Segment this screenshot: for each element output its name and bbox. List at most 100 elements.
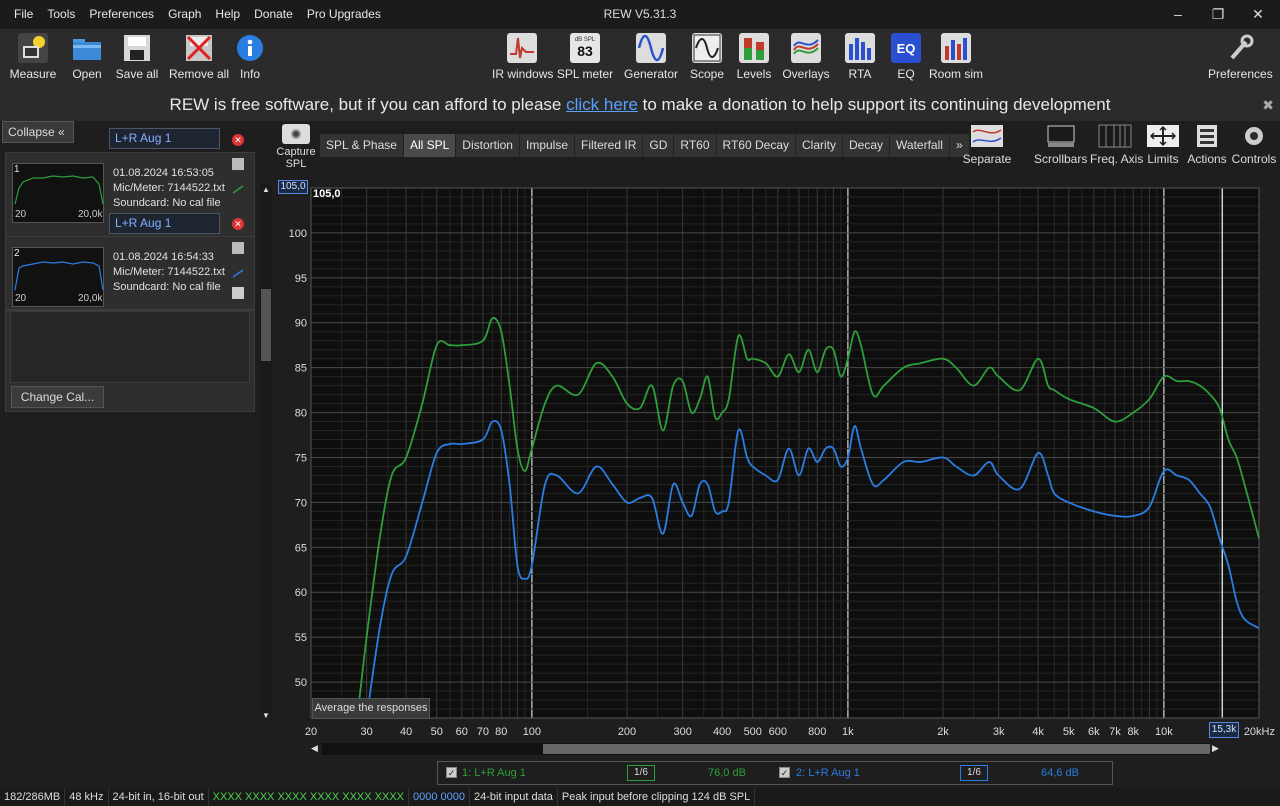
legend-smoothing-1[interactable]: 1/6 (627, 765, 655, 781)
menu-file[interactable]: File (0, 0, 40, 29)
spl-graph[interactable]: 105,0 100 95 90 85 80 75 70 65 60 55 50 20 30 40 50 60 70… (276, 180, 1280, 760)
measurement-name-input-1[interactable]: L+R Aug 1 (109, 128, 220, 149)
scrollbars-button[interactable]: Scrollbars (1034, 124, 1087, 166)
actions-button[interactable]: Actions (1186, 124, 1228, 166)
levels-button[interactable]: Levels (734, 33, 774, 81)
scrollbar-thumb[interactable] (261, 289, 271, 361)
generator-button[interactable]: Generator (622, 33, 680, 81)
preferences-button[interactable]: Preferences (1208, 33, 1273, 81)
menu-graph[interactable]: Graph (161, 0, 208, 29)
donate-link[interactable]: click here (566, 95, 638, 114)
close-icon[interactable]: ✕ (1238, 0, 1278, 29)
donation-banner: REW is free software, but if you can aff… (0, 89, 1280, 121)
notes-icon[interactable] (232, 287, 244, 299)
save-all-icon (122, 33, 152, 63)
freq-axis-button[interactable]: Freq. Axis (1090, 124, 1143, 166)
tab-impulse[interactable]: Impulse (519, 134, 576, 157)
legend-value-2: 64,6 dB (1041, 767, 1079, 779)
limits-button[interactable]: Limits (1145, 124, 1181, 166)
ir-windows-icon (507, 33, 537, 63)
tab-gd[interactable]: GD (643, 134, 675, 157)
tab-filtered-ir[interactable]: Filtered IR (575, 134, 644, 157)
tab-rt60-decay[interactable]: RT60 Decay (716, 134, 796, 157)
separate-button[interactable]: Separate (962, 124, 1012, 166)
measure-button[interactable]: Measure (9, 33, 57, 81)
menu-preferences[interactable]: Preferences (82, 0, 161, 29)
delete-measurement-icon[interactable]: ✕ (232, 218, 244, 230)
scroll-up-icon[interactable]: ▲ (262, 185, 270, 194)
scroll-down-icon[interactable]: ▼ (262, 711, 270, 720)
measurement-date: 01.08.2024 16:53:05 (113, 167, 214, 179)
status-sample-rate: 48 kHz (65, 788, 109, 806)
actions-icon (1190, 124, 1224, 148)
change-cal-button[interactable]: Change Cal... (11, 386, 104, 408)
tab-waterfall[interactable]: Waterfall (890, 134, 950, 157)
measurement-date: 01.08.2024 16:54:33 (113, 251, 214, 263)
spl-meter-icon: dB SPL 83 (570, 33, 600, 63)
tab-clarity[interactable]: Clarity (796, 134, 844, 157)
legend-label-2: 2: L+R Aug 1 (796, 767, 860, 779)
maximize-icon[interactable]: ❐ (1198, 0, 1238, 29)
tab-decay[interactable]: Decay (843, 134, 891, 157)
overlays-button[interactable]: Overlays (782, 33, 830, 81)
status-bit-depth: 24-bit in, 16-bit out (109, 788, 209, 806)
tab-distortion[interactable]: Distortion (456, 134, 520, 157)
controls-button[interactable]: Controls (1231, 124, 1277, 166)
x-tick-label: 50 (431, 726, 443, 738)
banner-close-icon[interactable]: ✖ (1262, 89, 1274, 121)
x-tick-label: 5k (1063, 726, 1075, 738)
measurement-list-scrollbar[interactable] (260, 183, 272, 713)
edit-icon[interactable] (232, 158, 244, 170)
x-tick-label: 1k (842, 726, 854, 738)
scroll-left-icon[interactable]: ◀ (311, 743, 318, 754)
scope-button[interactable]: Scope (688, 33, 726, 81)
collapse-button[interactable]: Collapse « (2, 121, 74, 143)
legend-checkbox-1[interactable]: ✓ (446, 767, 457, 778)
gear-icon (1237, 124, 1271, 148)
spl-meter-button[interactable]: dB SPL 83 SPL meter (556, 33, 614, 81)
eq-button[interactable]: EQ EQ (888, 33, 924, 81)
remove-all-button[interactable]: Remove all (168, 33, 230, 81)
y-tick-label: 90 (295, 318, 307, 330)
y-tick-label: 95 (295, 273, 307, 285)
y-axis-top-input[interactable]: 105,0 (278, 180, 308, 194)
horizontal-scrollbar-thumb[interactable] (543, 744, 1210, 754)
menu-tools[interactable]: Tools (40, 0, 82, 29)
y-tick-label: 85 (295, 363, 307, 375)
legend-checkbox-2[interactable]: ✓ (779, 767, 790, 778)
tab-rt60[interactable]: RT60 (674, 134, 717, 157)
save-all-button[interactable]: Save all (114, 33, 160, 81)
open-button[interactable]: Open (68, 33, 106, 81)
line-style-icon[interactable] (232, 181, 244, 194)
capture-button[interactable]: Capture SPL (276, 124, 316, 170)
measurement-item-2[interactable]: 2 20 20,0k 01.08.2024 16:54:33 Mic/Meter… (5, 236, 255, 310)
rta-button[interactable]: RTA (843, 33, 877, 81)
legend-smoothing-2[interactable]: 1/6 (960, 765, 988, 781)
double-chevron-left-icon: « (58, 125, 65, 139)
tab-spl-phase[interactable]: SPL & Phase (320, 134, 404, 157)
scroll-right-icon[interactable]: ▶ (1212, 743, 1219, 754)
measurement-name-input-2[interactable]: L+R Aug 1 (109, 213, 220, 234)
info-icon (235, 33, 265, 63)
edit-icon[interactable] (232, 242, 244, 254)
line-style-icon[interactable] (232, 265, 244, 278)
camera-icon (282, 124, 310, 144)
menu-donate[interactable]: Donate (247, 0, 300, 29)
x-tick-label: 500 (744, 726, 762, 738)
info-button[interactable]: Info (234, 33, 266, 81)
average-responses-button[interactable]: Average the responses (312, 698, 430, 719)
eq-icon: EQ (891, 33, 921, 63)
x-tick-label: 30 (361, 726, 373, 738)
menu-pro-upgrades[interactable]: Pro Upgrades (300, 0, 388, 29)
measurements-panel: Collapse « 1 20 20,0k 01.08.2024 16:53:0… (0, 121, 276, 721)
delete-measurement-icon[interactable]: ✕ (232, 134, 244, 146)
limits-icon (1146, 124, 1180, 148)
ir-windows-button[interactable]: IR windows (492, 33, 553, 81)
tab-all-spl[interactable]: All SPL (403, 134, 457, 157)
spl-chart[interactable]: 105,0 100 95 90 85 80 75 70 65 60 55 50 20 30 40 50 60 70… (276, 180, 1280, 760)
room-sim-button[interactable]: Room sim (928, 33, 984, 81)
x-tick-label: 200 (618, 726, 636, 738)
main-toolbar: Measure Open Save all Remove all Info IR… (0, 29, 1280, 89)
menu-help[interactable]: Help (208, 0, 247, 29)
minimize-icon[interactable]: – (1158, 0, 1198, 29)
